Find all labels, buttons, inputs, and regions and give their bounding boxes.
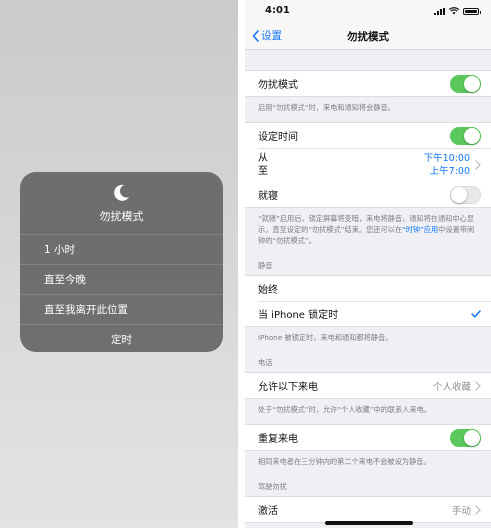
silence-while-locked-row[interactable]: 当 iPhone 锁定时 <box>245 301 491 326</box>
driving-group: 激活 手动 <box>245 496 491 523</box>
allow-calls-row[interactable]: 允许以下来电 个人收藏 <box>245 373 491 398</box>
home-indicator[interactable] <box>325 521 413 525</box>
scheduled-label: 设定时间 <box>258 132 298 143</box>
bedtime-row: 就寝 <box>245 182 491 207</box>
chevron-right-icon <box>475 504 481 515</box>
dnd-quick-menu: 勿扰模式 1 小时 直至今晚 直至我离开此位置 定时 <box>20 172 223 352</box>
moon-icon <box>114 184 129 201</box>
navigation-bar: 设置 勿扰模式 <box>245 22 491 50</box>
silence-group: 始终 当 iPhone 锁定时 <box>245 275 491 327</box>
from-value: 下午10:00 <box>423 153 470 164</box>
from-to-labels: 从 至 <box>258 152 424 178</box>
phone-group: 允许以下来电 个人收藏 <box>245 372 491 399</box>
dnd-schedule-button[interactable]: 定时 <box>20 324 223 352</box>
dnd-option-1-hour[interactable]: 1 小时 <box>20 234 223 264</box>
chevron-right-icon <box>475 160 481 170</box>
scheduled-toggle[interactable] <box>450 126 481 145</box>
status-time: 4:01 <box>265 5 290 16</box>
from-to-values: 下午10:00 上午7:00 <box>424 152 470 178</box>
dnd-option-until-tonight[interactable]: 直至今晚 <box>20 264 223 294</box>
dnd-option-until-leave-location[interactable]: 直至我离开此位置 <box>20 294 223 324</box>
driving-section-header: 驾驶勿扰 <box>258 482 287 491</box>
bedtime-note: “就寝”启用后，锁定屏幕将变暗，来电将静音，通知将在通知中心显示，直至设定的“勿… <box>245 208 491 255</box>
battery-icon <box>463 7 481 15</box>
page-title: 勿扰模式 <box>347 31 389 43</box>
always-label: 始终 <box>258 285 278 296</box>
status-bar: 4:01 <box>245 0 491 22</box>
activate-label: 激活 <box>258 506 278 517</box>
from-label: 从 <box>258 153 268 164</box>
allow-calls-value: 个人收藏 <box>432 381 471 393</box>
dnd-row: 勿扰模式 <box>245 71 491 96</box>
repeated-calls-note: 相同来电者在三分钟内的第二个来电不会被设为静音。 <box>258 457 431 466</box>
toggle-knob <box>464 75 480 92</box>
allow-calls-note: 处于“勿扰模式”时，允许“个人收藏”中的联系人来电。 <box>258 405 432 414</box>
repeated-calls-row: 重复来电 <box>245 425 491 450</box>
schedule-group: 设定时间 从 至 下午10:00 上午7:00 就寝 <box>245 122 491 208</box>
clock-app-link[interactable]: “时钟”应用 <box>402 225 438 234</box>
phone-section-header: 电话 <box>258 358 273 367</box>
chevron-right-icon <box>475 380 481 391</box>
silence-always-row[interactable]: 始终 <box>245 276 491 301</box>
activate-value: 手动 <box>451 505 471 517</box>
toggle-knob <box>464 429 480 446</box>
silence-section-header: 静音 <box>258 261 273 270</box>
activate-row[interactable]: 激活 手动 <box>245 497 491 522</box>
silence-note: iPhone 被锁定时，来电和通知都将静音。 <box>258 333 393 342</box>
checkmark-icon <box>471 309 481 318</box>
while-locked-label: 当 iPhone 锁定时 <box>258 310 339 321</box>
dnd-group: 勿扰模式 <box>245 70 491 97</box>
dnd-label: 勿扰模式 <box>258 80 298 91</box>
repeated-calls-group: 重复来电 <box>245 424 491 451</box>
dnd-menu-title: 勿扰模式 <box>99 210 144 223</box>
repeated-calls-toggle[interactable] <box>450 428 481 447</box>
wifi-icon <box>449 7 459 15</box>
from-to-row[interactable]: 从 至 下午10:00 上午7:00 <box>245 148 491 182</box>
to-value: 上午7:00 <box>429 166 470 177</box>
scheduled-row: 设定时间 <box>245 123 491 148</box>
toggle-knob <box>451 186 467 203</box>
to-label: 至 <box>258 166 268 177</box>
signal-icon <box>434 7 445 15</box>
allow-calls-label: 允许以下来电 <box>258 382 318 393</box>
dnd-menu-header: 勿扰模式 <box>20 172 223 234</box>
dnd-note: 启用“勿扰模式”时，来电和通知将会静音。 <box>258 103 395 112</box>
dnd-toggle[interactable] <box>450 74 481 93</box>
status-icons <box>434 7 481 15</box>
bedtime-toggle[interactable] <box>450 185 481 204</box>
toggle-knob <box>464 127 480 144</box>
control-center-background: 勿扰模式 1 小时 直至今晚 直至我离开此位置 定时 <box>0 0 238 528</box>
settings-screen: 4:01 设置 勿扰模式 勿扰模式 启用“勿扰模式”时，来电和通知将会静音。 设… <box>245 0 491 528</box>
repeated-calls-label: 重复来电 <box>258 434 298 445</box>
bedtime-label: 就寝 <box>258 191 278 202</box>
